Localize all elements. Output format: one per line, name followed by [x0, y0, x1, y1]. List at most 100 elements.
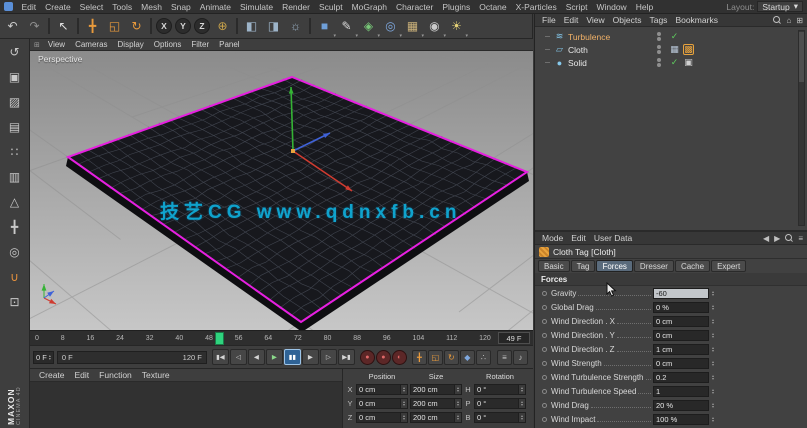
render-picture-viewer-button[interactable]: ◨ — [263, 16, 284, 37]
record-options-button[interactable]: ◐ — [391, 349, 407, 365]
live-selection-tool[interactable]: ↖ — [53, 16, 74, 37]
viewport-solo-button[interactable]: ◎ — [4, 241, 26, 263]
move-tool[interactable]: ╋ — [82, 16, 103, 37]
scrollbar[interactable] — [798, 30, 805, 226]
attribute-value-field[interactable]: 1 cm — [653, 343, 709, 355]
position-field[interactable]: 0 cm ▴ ▾ — [356, 383, 408, 395]
layout-selector[interactable]: Startup ▾ — [757, 1, 803, 12]
menu-item[interactable]: User Data — [590, 233, 636, 243]
menu-item[interactable]: Tools — [108, 2, 137, 12]
menu-item[interactable]: Function — [94, 370, 137, 380]
record-position-toggle[interactable]: ╋ — [411, 349, 427, 365]
attribute-value-field[interactable]: 0 cm — [653, 329, 709, 341]
animation-dot-icon[interactable] — [542, 346, 547, 352]
tab-expert[interactable]: Expert — [711, 260, 747, 272]
viewport-view-label[interactable]: Perspective — [38, 54, 82, 64]
menu-item[interactable]: Help — [631, 2, 657, 12]
add-primitive-button[interactable]: ■ ▾ — [314, 16, 336, 39]
viewport-menu-item[interactable]: View — [43, 40, 70, 49]
stepper-icon[interactable]: ▴ ▾ — [49, 354, 51, 361]
play-button[interactable]: ▶ — [265, 349, 283, 365]
toolbar-separator[interactable] — [309, 18, 311, 34]
menu-item[interactable]: Edit — [560, 15, 583, 25]
size-field[interactable]: 200 cm ▴ ▾ — [410, 383, 462, 395]
coordinate-system-toggle[interactable]: ⊕ — [212, 16, 233, 37]
menu-item[interactable]: Create — [34, 370, 70, 380]
object-tag-icon[interactable]: ▦ — [669, 44, 680, 55]
object-tag-icon[interactable] — [683, 31, 694, 42]
next-frame-button[interactable]: ▶ — [301, 349, 319, 365]
animation-dot-icon[interactable] — [542, 416, 547, 422]
scale-tool[interactable]: ◱ — [104, 16, 125, 37]
enable-axis-button[interactable]: ╋ — [4, 216, 26, 238]
stepper-icon[interactable]: ▴ ▾ — [454, 384, 461, 394]
stepper-icon[interactable]: ▴ ▾ — [454, 412, 461, 422]
stepper-icon[interactable]: ▴ ▾ — [709, 374, 717, 381]
menu-item[interactable]: Render — [278, 2, 315, 12]
scrollbar-thumb[interactable] — [799, 32, 804, 82]
toolbar-separator[interactable] — [48, 18, 50, 34]
stepper-icon[interactable]: ▴ ▾ — [709, 332, 717, 339]
attribute-value-field[interactable]: 0 % — [653, 301, 709, 313]
polygons-mode-button[interactable]: △ — [4, 191, 26, 213]
stepper-icon[interactable]: ▴ ▾ — [709, 416, 717, 423]
toolbar-separator[interactable] — [77, 18, 79, 34]
prev-key-button[interactable]: ◁ — [229, 349, 247, 365]
menu-item[interactable]: Edit — [17, 2, 41, 12]
animation-dot-icon[interactable] — [542, 388, 547, 394]
rotation-field[interactable]: 0 ° ▴ ▾ — [474, 397, 526, 409]
attribute-value-field[interactable]: 100 % — [653, 413, 709, 425]
add-deformer-button[interactable]: ◎ ▾ — [380, 16, 402, 39]
current-frame-box[interactable]: 49 F — [498, 332, 530, 344]
visibility-toggle-dots[interactable] — [657, 32, 661, 41]
material-manager-area[interactable] — [30, 382, 343, 428]
viewport-canvas[interactable]: Perspective 技艺CG www.qdnxfb.cn — [30, 51, 533, 330]
tab-dresser[interactable]: Dresser — [633, 260, 674, 272]
stepper-icon[interactable]: ▴ ▾ — [709, 360, 717, 367]
menu-item[interactable]: File — [538, 15, 560, 25]
object-row[interactable]: ≋ Turbulence ✓ — [535, 30, 807, 43]
object-tag-icon[interactable] — [697, 31, 708, 42]
texture-mode-button[interactable]: ▨ — [4, 91, 26, 113]
tab-cache[interactable]: Cache — [674, 260, 711, 272]
undo-button[interactable]: ↶ — [2, 16, 23, 37]
goto-start-button[interactable]: ▮◀ — [211, 349, 229, 365]
tab-tag[interactable]: Tag — [570, 260, 596, 272]
object-tag-icon[interactable]: ✓ — [669, 31, 680, 42]
layout-grid-icon[interactable]: ⊞ — [796, 16, 803, 25]
goto-end-button[interactable]: ▶▮ — [337, 349, 355, 365]
attribute-value-field[interactable]: 20 % — [653, 399, 709, 411]
sound-toggle-button[interactable]: ♪ — [513, 349, 528, 365]
menu-item[interactable]: Create — [41, 2, 76, 12]
stepper-icon[interactable]: ▴ ▾ — [518, 412, 525, 422]
animation-dot-icon[interactable] — [542, 318, 547, 324]
rotation-field[interactable]: 0 ° ▴ ▾ — [474, 383, 526, 395]
object-icon[interactable]: ● — [554, 58, 565, 68]
menu-item[interactable]: Edit — [70, 370, 95, 380]
object-name[interactable]: Turbulence — [568, 32, 654, 42]
object-name[interactable]: Solid — [568, 58, 654, 68]
home-icon[interactable]: ⌂ — [786, 16, 791, 25]
attribute-value-field[interactable]: 0 cm — [653, 357, 709, 369]
timeline-ruler[interactable]: 0 8 16 24 32 40 48 56 64 72 80 88 96 104 112 120 49 F — [30, 330, 533, 346]
toolbar-separator[interactable] — [150, 18, 152, 34]
rotate-tool[interactable]: ↻ — [126, 16, 147, 37]
workplane-mode-button[interactable]: ▤ — [4, 116, 26, 138]
object-tag-icon[interactable] — [697, 44, 708, 55]
animation-dot-icon[interactable] — [542, 290, 547, 296]
render-settings-button[interactable]: ☼ — [285, 16, 306, 37]
stepper-icon[interactable]: ▴ ▾ — [518, 384, 525, 394]
menu-item[interactable]: Window — [592, 2, 631, 12]
record-rotation-toggle[interactable]: ↻ — [443, 349, 459, 365]
z-axis-lock-toggle[interactable]: Z — [194, 18, 210, 34]
object-row[interactable]: ▱ Cloth ▦ ▩ — [535, 43, 807, 56]
timeline-playhead[interactable] — [215, 332, 224, 345]
menu-item[interactable]: Bookmarks — [671, 15, 722, 25]
make-editable-button[interactable]: ↺ — [4, 41, 26, 63]
record-scale-toggle[interactable]: ◱ — [427, 349, 443, 365]
viewport-grid-icon[interactable]: ⊞ — [34, 41, 40, 49]
stepper-icon[interactable]: ▴ ▾ — [400, 412, 407, 422]
menu-item[interactable]: Character — [392, 2, 438, 12]
object-row[interactable]: ● Solid ✓ ▣ — [535, 56, 807, 69]
stepper-icon[interactable]: ▴ ▾ — [518, 398, 525, 408]
